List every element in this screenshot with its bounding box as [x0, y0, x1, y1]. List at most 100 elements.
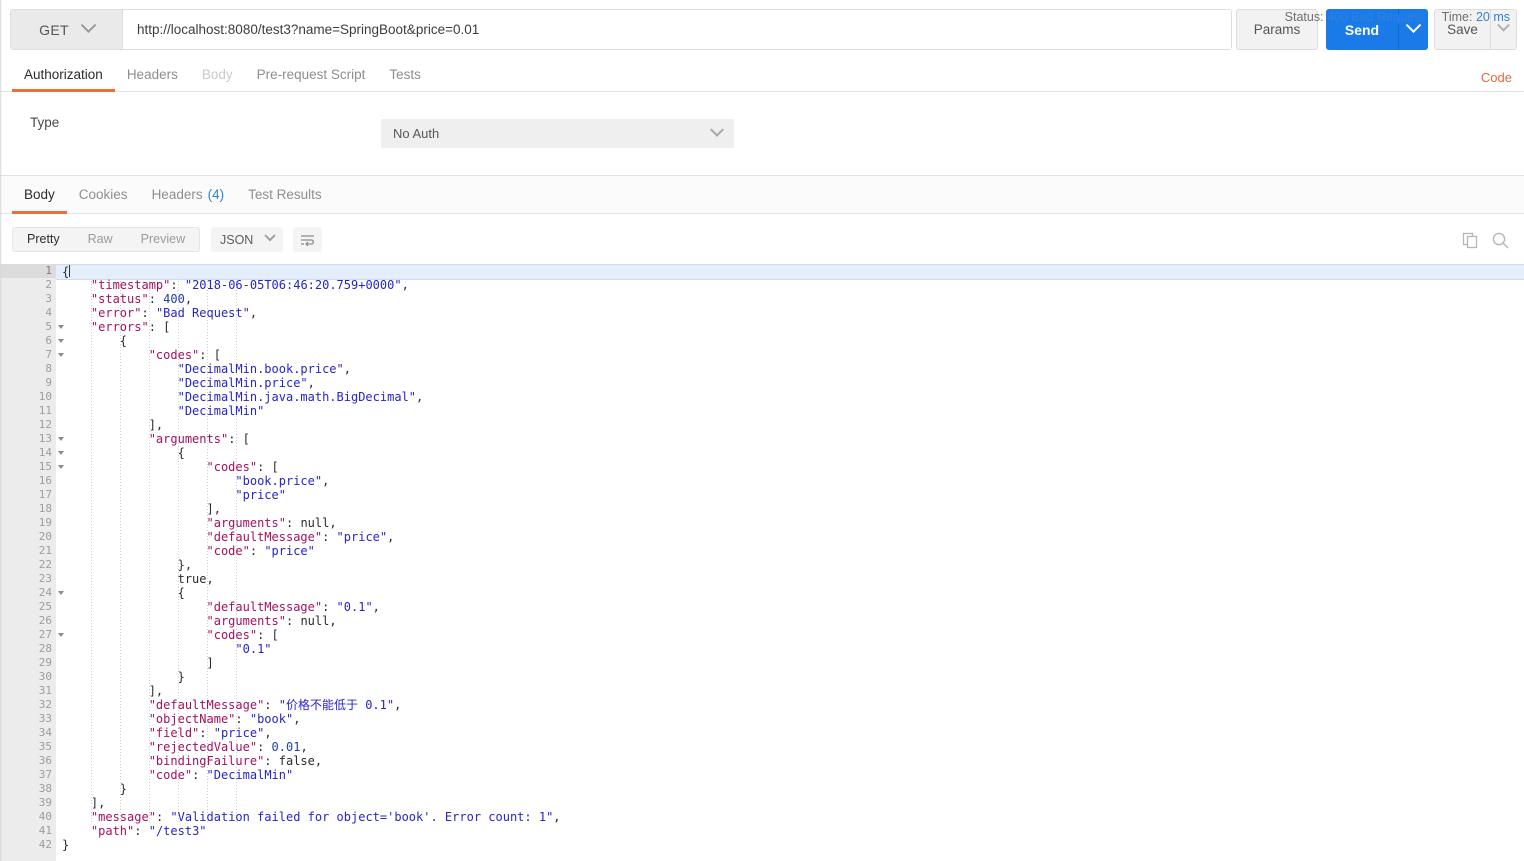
code-token: : [322, 530, 337, 544]
tab-label: Tests [389, 67, 421, 82]
code-token: "arguments" [206, 516, 286, 530]
response-tabs: Body Cookies Headers (4) Test Results [0, 176, 1524, 214]
code-token: "Bad Request" [155, 306, 250, 320]
format-select[interactable]: JSON [211, 227, 283, 252]
code-token: , [343, 362, 351, 376]
code-token: { [62, 334, 128, 348]
line-number-gutter[interactable]: 1 2 3 4 5 6 7 8 9 10 11 12 13 14 15 16 17 18 19 20 21 22 23 24 2… [0, 264, 64, 861]
auth-type-select[interactable]: No Auth [381, 119, 734, 148]
code-token: , [264, 726, 272, 740]
code-token: , [553, 810, 561, 824]
code-token: "bindingFailure" [148, 754, 265, 768]
code-line: true, [56, 572, 1524, 586]
code-line: "DecimalMin.book.price", [56, 362, 1524, 376]
code-token: : [ [228, 432, 250, 446]
line-number: 25 [38, 600, 52, 613]
code-token: "book.price" [235, 474, 323, 488]
http-method-select[interactable]: GET [11, 10, 123, 49]
line-number: 38 [38, 782, 52, 795]
request-tab-pre-request-script[interactable]: Pre-request Script [245, 58, 378, 91]
params-label: Params [1253, 22, 1301, 37]
code-line: "field": "price", [56, 726, 1524, 740]
code-token: , [387, 530, 395, 544]
code-line: } [56, 838, 1524, 852]
code-line: "DecimalMin.java.math.BigDecimal", [56, 390, 1524, 404]
line-number: 24 [0, 586, 64, 600]
code-line: ], [56, 796, 1524, 810]
response-tab-headers[interactable]: Headers (4) [140, 176, 237, 213]
line-number: 15 [0, 460, 64, 474]
line-number: 36 [38, 754, 52, 767]
json-viewer[interactable]: { "timestamp": "2018-06-05T06:46:20.759+… [56, 264, 1524, 861]
code-token: : [235, 712, 250, 726]
url-input[interactable] [123, 10, 1231, 49]
view-mode-pretty[interactable]: Pretty [13, 228, 74, 251]
line-number: 31 [38, 684, 52, 697]
chevron-down-icon [709, 122, 725, 137]
code-token: "arguments" [148, 432, 229, 446]
auth-type-label: Type [30, 115, 60, 130]
status-badge: 400 Bad Request [1327, 10, 1424, 24]
code-token: , [314, 754, 323, 768]
request-tab-tests[interactable]: Tests [377, 58, 433, 91]
word-wrap-icon[interactable] [293, 227, 322, 252]
code-line: "0.1" [56, 642, 1524, 656]
line-number: 16 [38, 474, 52, 487]
code-line: "path": "/test3" [56, 824, 1524, 838]
view-mode-segmented: Pretty Raw Preview [12, 227, 201, 252]
line-number: 20 [38, 530, 52, 543]
code-token: } [62, 670, 185, 684]
view-mode-raw[interactable]: Raw [74, 228, 127, 251]
view-mode-preview[interactable]: Preview [127, 228, 199, 251]
code-token: } [62, 782, 128, 796]
code-token: : [ [148, 320, 171, 334]
request-tab-headers[interactable]: Headers [115, 58, 190, 91]
code-line: { [56, 446, 1524, 460]
code-token: ] [62, 656, 214, 670]
code-token: "codes" [148, 348, 200, 362]
code-token: "price" [336, 530, 388, 544]
code-token: : [ [199, 348, 221, 362]
code-token: : [141, 306, 156, 320]
response-body-code[interactable]: 1 2 3 4 5 6 7 8 9 10 11 12 13 14 15 16 17 18 19 20 21 22 23 24 2… [0, 264, 1524, 861]
code-line: "rejectedValue": 0.01, [56, 740, 1524, 754]
code-token: false [278, 754, 315, 768]
code-token: null [300, 516, 330, 530]
response-tab-test-results[interactable]: Test Results [236, 176, 334, 213]
request-tab-body[interactable]: Body [190, 58, 245, 91]
code-line: "status": 400, [56, 292, 1524, 306]
time-value: 20 ms [1475, 10, 1510, 24]
code-token: } [62, 838, 70, 852]
line-number: 42 [38, 838, 52, 851]
search-icon[interactable] [1488, 228, 1512, 252]
tab-label: Headers [126, 67, 178, 82]
line-number: 27 [0, 628, 64, 642]
code-token: "defaultMessage" [206, 600, 323, 614]
code-token: "price" [235, 488, 286, 502]
response-tab-body[interactable]: Body [12, 176, 67, 214]
code-line: } [56, 670, 1524, 684]
code-token: null [300, 614, 330, 628]
code-token: , [416, 390, 424, 404]
code-token: , [329, 614, 337, 628]
copy-icon[interactable] [1458, 228, 1482, 252]
code-line: "errors": [ [56, 320, 1524, 334]
response-tab-cookies[interactable]: Cookies [67, 176, 140, 213]
code-token: }, [62, 558, 193, 572]
line-number: 23 [38, 572, 52, 585]
code-token: "objectName" [148, 712, 236, 726]
code-line: "message": "Validation failed for object… [56, 810, 1524, 824]
request-tab-authorization[interactable]: Authorization [12, 58, 115, 92]
code-token: : [ [257, 460, 279, 474]
